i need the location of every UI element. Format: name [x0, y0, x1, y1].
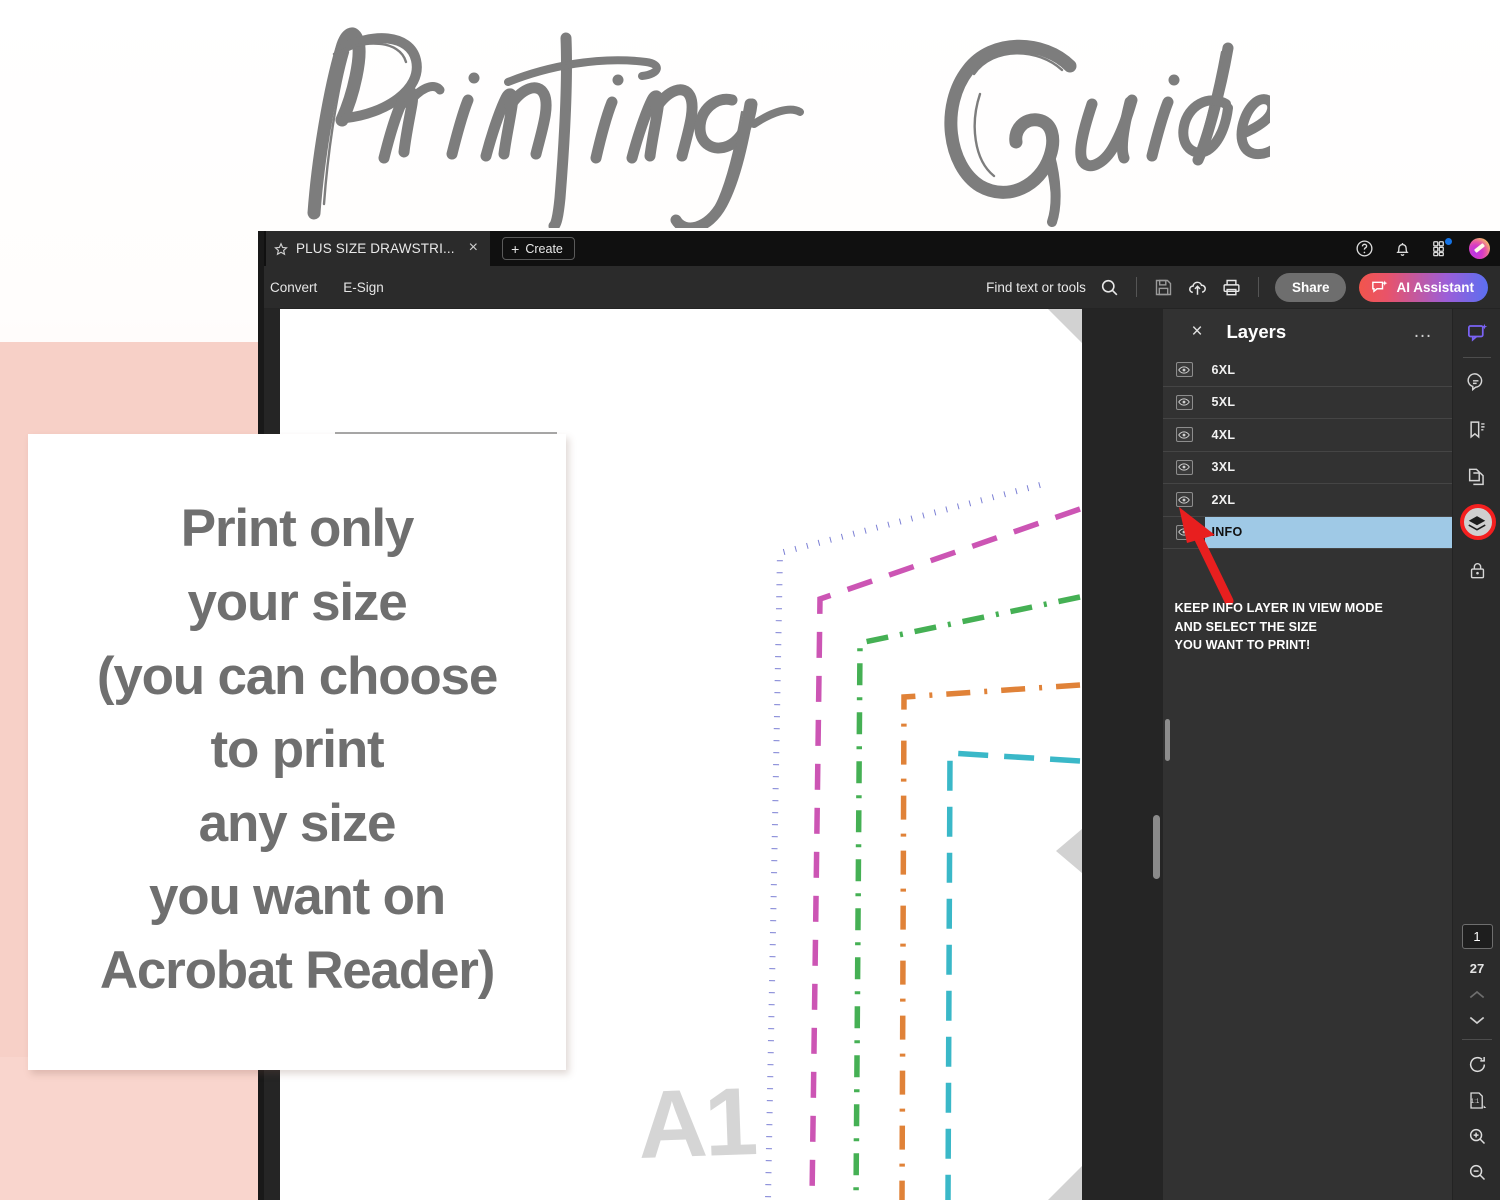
close-icon[interactable]: ×	[463, 240, 481, 258]
edge-marker-middle-right	[1056, 829, 1082, 873]
toolbar-divider	[1136, 277, 1137, 297]
ai-assistant-label: AI Assistant	[1396, 280, 1474, 295]
layers-panel-scrollbar-thumb[interactable]	[1165, 719, 1170, 761]
save-floppy-icon[interactable]	[1153, 277, 1174, 298]
layer-visibility-cell	[1163, 362, 1205, 377]
rotate-icon[interactable]	[1456, 1046, 1498, 1082]
zoom-in-icon[interactable]	[1456, 1118, 1498, 1154]
close-icon[interactable]: ×	[1191, 322, 1202, 341]
create-button[interactable]: + Create	[502, 237, 575, 260]
zoom-out-icon[interactable]	[1456, 1154, 1498, 1190]
eye-icon[interactable]	[1176, 427, 1193, 442]
user-avatar[interactable]	[1469, 238, 1490, 259]
print-icon[interactable]	[1221, 277, 1242, 298]
chevron-up-icon[interactable]	[1467, 989, 1487, 1001]
viewer-scroll-column	[1148, 309, 1164, 1200]
layers-panel-header: × Layers …	[1163, 309, 1452, 354]
layer-name-cell[interactable]: 4XL	[1205, 419, 1452, 451]
chevron-down-icon[interactable]	[1467, 1014, 1487, 1026]
layer-row[interactable]: 6XL	[1163, 354, 1452, 387]
notification-badge	[1445, 238, 1452, 245]
find-text-or-tools-label[interactable]: Find text or tools	[986, 280, 1086, 295]
rail-divider	[1463, 357, 1491, 358]
layer-label: 6XL	[1209, 363, 1235, 377]
corner-marker-bottom-right	[1048, 1166, 1082, 1200]
page-thumbnails-icon[interactable]	[1453, 453, 1500, 500]
layers-panel: × Layers … 6XL	[1163, 309, 1452, 1200]
page-size-watermark: A1	[636, 1067, 756, 1181]
layers-icon[interactable]	[1453, 500, 1500, 547]
overlay-line: (you can choose	[97, 640, 497, 714]
viewer-scrollbar-thumb[interactable]	[1153, 815, 1160, 879]
titlebar-icon-group	[1355, 231, 1490, 266]
current-page-input[interactable]: 1	[1462, 924, 1493, 949]
ai-assistant-icon[interactable]	[1453, 309, 1500, 356]
total-pages-label: 27	[1470, 961, 1484, 976]
rail-divider-2	[1462, 1039, 1492, 1040]
main-toolbar: Convert E-Sign Find text or tools	[264, 266, 1500, 309]
red-annotation-arrow	[1171, 505, 1261, 605]
tab-bar: PLUS SIZE DRAWSTRI... × + Create	[264, 231, 1500, 266]
star-icon	[274, 242, 288, 256]
ai-assistant-button[interactable]: AI Assistant	[1359, 273, 1488, 302]
layer-visibility-cell	[1163, 460, 1205, 475]
instruction-overlay-card: Print only your size (you can choose to …	[28, 434, 566, 1070]
layer-row[interactable]: 3XL	[1163, 452, 1452, 485]
layer-name-cell[interactable]: 6XL	[1205, 354, 1452, 386]
comment-icon[interactable]	[1453, 359, 1500, 406]
eye-icon[interactable]	[1176, 460, 1193, 475]
svg-text:1:1: 1:1	[1470, 1098, 1479, 1105]
layer-name-cell[interactable]: 5XL	[1205, 387, 1452, 419]
layer-row[interactable]: 5XL	[1163, 387, 1452, 420]
layer-row[interactable]: 4XL	[1163, 419, 1452, 452]
create-button-label: Create	[525, 242, 563, 256]
overlay-line: Print only	[181, 492, 413, 566]
toolbar-right-group: Find text or tools	[986, 273, 1488, 302]
plus-icon: +	[511, 242, 519, 256]
share-button[interactable]: Share	[1275, 273, 1347, 302]
help-icon[interactable]	[1355, 239, 1374, 258]
document-tab[interactable]: PLUS SIZE DRAWSTRI... ×	[266, 231, 490, 266]
menu-group: Convert E-Sign	[264, 280, 384, 295]
overlay-line: to print	[211, 713, 384, 787]
search-icon[interactable]	[1099, 277, 1120, 298]
eye-icon[interactable]	[1176, 395, 1193, 410]
menu-item-esign[interactable]: E-Sign	[343, 280, 384, 295]
ai-sparkle-chat-icon	[1370, 278, 1389, 297]
more-options-icon[interactable]: …	[1413, 326, 1433, 337]
corner-marker-top-right	[1048, 309, 1082, 343]
layer-label: 5XL	[1209, 395, 1235, 409]
eye-icon[interactable]	[1176, 362, 1193, 377]
right-tool-rail: 1 27	[1452, 309, 1500, 1200]
layers-annotation-text: KEEP INFO LAYER IN VIEW MODE AND SELECT …	[1174, 599, 1446, 655]
page-navigation-group: 1 27	[1453, 924, 1500, 1190]
overlay-line: your size	[188, 566, 407, 640]
document-tab-title: PLUS SIZE DRAWSTRI...	[296, 241, 455, 256]
printing-guide-graphic: Printing Guide	[0, 0, 1500, 1200]
menu-item-convert[interactable]: Convert	[270, 280, 317, 295]
layer-label: 4XL	[1209, 428, 1235, 442]
toolbar-divider-2	[1258, 277, 1259, 297]
layer-label: 3XL	[1209, 460, 1235, 474]
page-title-script: Printing Guide	[280, 8, 1270, 228]
notifications-bell-icon[interactable]	[1393, 239, 1412, 258]
lock-icon[interactable]	[1453, 547, 1500, 594]
layer-visibility-cell	[1163, 427, 1205, 442]
layer-name-cell[interactable]: 3XL	[1205, 452, 1452, 484]
overlay-line: any size	[199, 787, 396, 861]
actual-size-1to1-icon[interactable]: 1:1	[1456, 1082, 1498, 1118]
overlay-line: Acrobat Reader)	[100, 934, 494, 1008]
overlay-line: you want on	[149, 860, 445, 934]
layer-visibility-cell	[1163, 395, 1205, 410]
layers-panel-title: Layers	[1193, 321, 1286, 343]
bookmark-icon[interactable]	[1453, 406, 1500, 453]
cloud-upload-icon[interactable]	[1187, 277, 1208, 298]
